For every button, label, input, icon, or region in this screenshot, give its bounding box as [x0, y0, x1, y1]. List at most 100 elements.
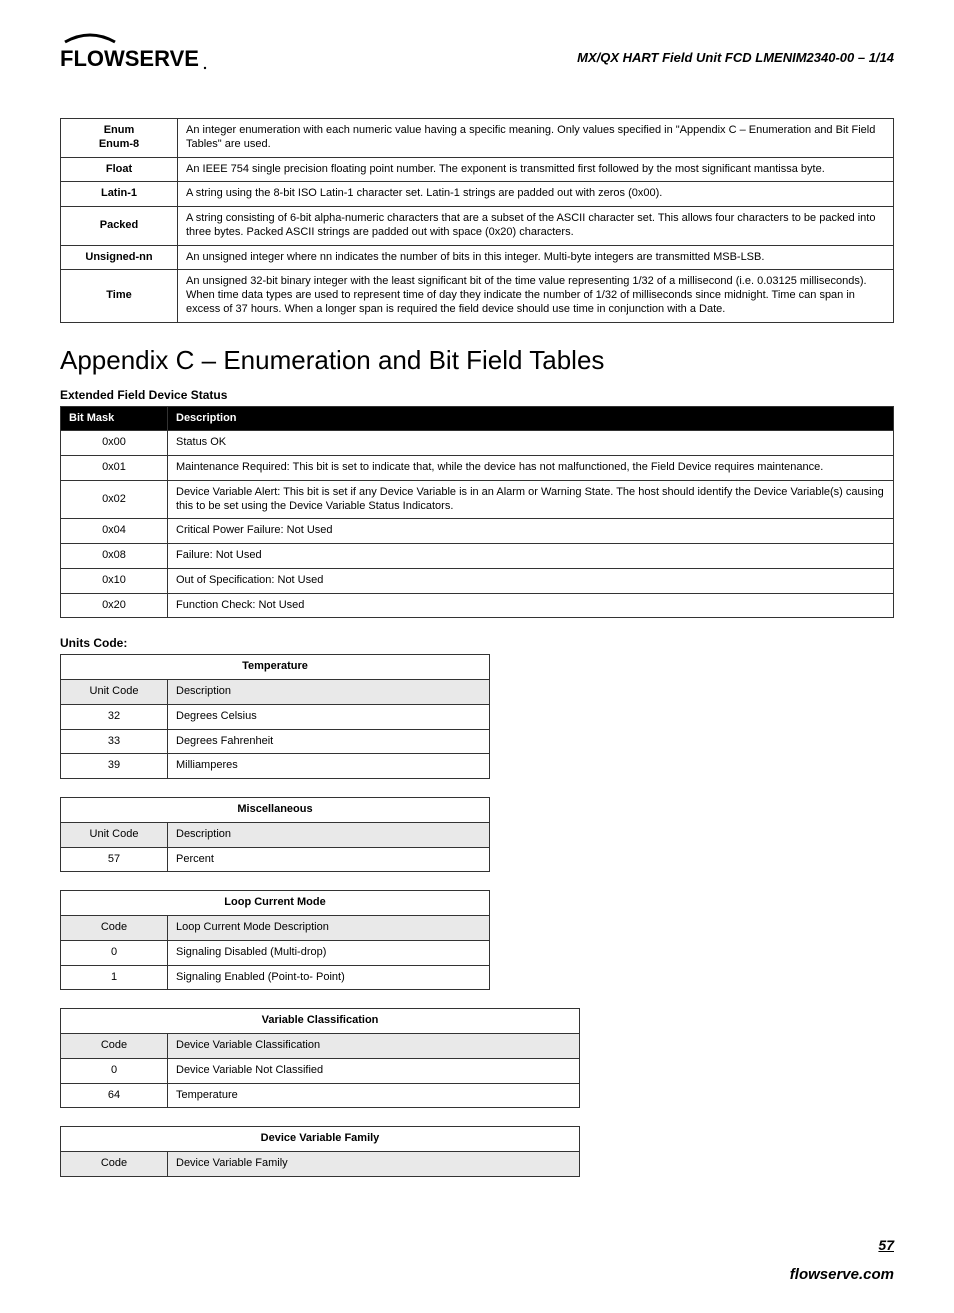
table-title-row: Temperature	[61, 655, 490, 680]
table-title: Loop Current Mode	[61, 891, 490, 916]
page-header: FLOWSERVE MX/QX HART Field Unit FCD LMEN…	[60, 30, 894, 78]
extended-status-table: Bit Mask Description 0x00Status OK 0x01M…	[60, 406, 894, 619]
logo-text: FLOWSERVE	[60, 46, 199, 71]
table-title-row: Loop Current Mode	[61, 891, 490, 916]
unit-code: 57	[61, 847, 168, 872]
table-title-row: Device Variable Family	[61, 1127, 580, 1152]
bit-desc: Maintenance Required: This bit is set to…	[168, 456, 894, 481]
bit-desc: Function Check: Not Used	[168, 593, 894, 618]
temperature-table: Temperature Unit CodeDescription 32Degre…	[60, 654, 490, 779]
class-code: 64	[61, 1083, 168, 1108]
bit-desc: Status OK	[168, 431, 894, 456]
table-row: 0x00Status OK	[61, 431, 894, 456]
bit-mask: 0x01	[61, 456, 168, 481]
col-description: Description	[168, 822, 490, 847]
table-header-row: Unit CodeDescription	[61, 680, 490, 705]
bit-mask: 0x20	[61, 593, 168, 618]
col-description: Loop Current Mode Description	[168, 916, 490, 941]
unit-desc: Degrees Fahrenheit	[168, 729, 490, 754]
type-name: Unsigned-nn	[61, 245, 178, 270]
col-bit-mask: Bit Mask	[61, 406, 168, 431]
bit-mask: 0x02	[61, 480, 168, 519]
col-description: Description	[168, 680, 490, 705]
loop-current-mode-table: Loop Current Mode CodeLoop Current Mode …	[60, 890, 490, 990]
type-desc: An unsigned 32-bit binary integer with t…	[178, 270, 894, 322]
table-header-row: CodeDevice Variable Classification	[61, 1034, 580, 1059]
type-desc: An unsigned integer where nn indicates t…	[178, 245, 894, 270]
data-types-table: Enum Enum-8 An integer enumeration with …	[60, 118, 894, 323]
document-title: MX/QX HART Field Unit FCD LMENIM2340-00 …	[577, 50, 894, 65]
table-row: 0x02Device Variable Alert: This bit is s…	[61, 480, 894, 519]
table-row: 0x04Critical Power Failure: Not Used	[61, 519, 894, 544]
type-desc: A string consisting of 6-bit alpha-numer…	[178, 207, 894, 246]
table-header-row: Unit CodeDescription	[61, 822, 490, 847]
mode-desc: Signaling Disabled (Multi-drop)	[168, 940, 490, 965]
col-code: Code	[61, 1034, 168, 1059]
table-title: Temperature	[61, 655, 490, 680]
type-desc: An integer enumeration with each numeric…	[178, 119, 894, 158]
table-row: Packed A string consisting of 6-bit alph…	[61, 207, 894, 246]
table-row: 0Device Variable Not Classified	[61, 1058, 580, 1083]
table-title: Device Variable Family	[61, 1127, 580, 1152]
flowserve-logo-icon: FLOWSERVE	[60, 30, 210, 78]
bit-desc: Critical Power Failure: Not Used	[168, 519, 894, 544]
col-code: Code	[61, 916, 168, 941]
bit-mask: 0x08	[61, 544, 168, 569]
col-description: Device Variable Family	[168, 1152, 580, 1177]
type-desc: An IEEE 754 single precision floating po…	[178, 157, 894, 182]
table-row: 0x01Maintenance Required: This bit is se…	[61, 456, 894, 481]
device-variable-family-table: Device Variable Family CodeDevice Variab…	[60, 1126, 580, 1177]
unit-desc: Degrees Celsius	[168, 704, 490, 729]
table-header-row: CodeLoop Current Mode Description	[61, 916, 490, 941]
mode-code: 1	[61, 965, 168, 990]
table-row: 1Signaling Enabled (Point-to- Point)	[61, 965, 490, 990]
bit-desc: Device Variable Alert: This bit is set i…	[168, 480, 894, 519]
appendix-heading: Appendix C – Enumeration and Bit Field T…	[60, 345, 894, 376]
table-row: Enum Enum-8 An integer enumeration with …	[61, 119, 894, 158]
class-desc: Temperature	[168, 1083, 580, 1108]
table-title: Miscellaneous	[61, 798, 490, 823]
table-title-row: Miscellaneous	[61, 798, 490, 823]
bit-mask: 0x00	[61, 431, 168, 456]
unit-code: 33	[61, 729, 168, 754]
type-name: Time	[61, 270, 178, 322]
unit-code: 32	[61, 704, 168, 729]
table-header-row: CodeDevice Variable Family	[61, 1152, 580, 1177]
miscellaneous-table: Miscellaneous Unit CodeDescription 57Per…	[60, 797, 490, 872]
bit-mask: 0x10	[61, 568, 168, 593]
unit-desc: Percent	[168, 847, 490, 872]
type-name: Latin-1	[61, 182, 178, 207]
table-row: Unsigned-nn An unsigned integer where nn…	[61, 245, 894, 270]
col-description: Description	[168, 406, 894, 431]
page: FLOWSERVE MX/QX HART Field Unit FCD LMEN…	[0, 0, 954, 1313]
units-code-heading: Units Code:	[60, 636, 894, 650]
table-row: 0Signaling Disabled (Multi-drop)	[61, 940, 490, 965]
extended-status-heading: Extended Field Device Status	[60, 388, 894, 402]
unit-desc: Milliamperes	[168, 754, 490, 779]
table-row: 64Temperature	[61, 1083, 580, 1108]
col-unit-code: Unit Code	[61, 822, 168, 847]
mode-desc: Signaling Enabled (Point-to- Point)	[168, 965, 490, 990]
table-row: 0x10Out of Specification: Not Used	[61, 568, 894, 593]
col-description: Device Variable Classification	[168, 1034, 580, 1059]
class-desc: Device Variable Not Classified	[168, 1058, 580, 1083]
table-row: 0x20Function Check: Not Used	[61, 593, 894, 618]
variable-classification-table: Variable Classification CodeDevice Varia…	[60, 1008, 580, 1108]
table-row: Time An unsigned 32-bit binary integer w…	[61, 270, 894, 322]
col-code: Code	[61, 1152, 168, 1177]
type-name: Float	[61, 157, 178, 182]
bit-mask: 0x04	[61, 519, 168, 544]
table-row: 39Milliamperes	[61, 754, 490, 779]
unit-code: 39	[61, 754, 168, 779]
table-row: 57Percent	[61, 847, 490, 872]
mode-code: 0	[61, 940, 168, 965]
class-code: 0	[61, 1058, 168, 1083]
table-row: Latin-1 A string using the 8-bit ISO Lat…	[61, 182, 894, 207]
table-title-row: Variable Classification	[61, 1009, 580, 1034]
page-number: 57	[878, 1237, 894, 1253]
footer-url: flowserve.com	[790, 1266, 894, 1283]
bit-desc: Failure: Not Used	[168, 544, 894, 569]
table-title: Variable Classification	[61, 1009, 580, 1034]
bit-desc: Out of Specification: Not Used	[168, 568, 894, 593]
table-row: 0x08Failure: Not Used	[61, 544, 894, 569]
